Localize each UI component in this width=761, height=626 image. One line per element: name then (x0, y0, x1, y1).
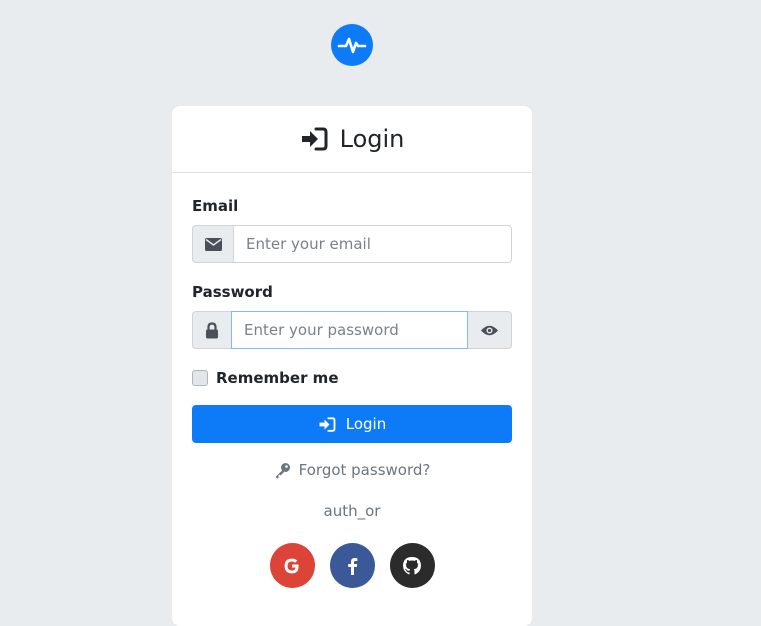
login-card: Login Email Password (172, 106, 532, 626)
email-label: Email (192, 197, 239, 215)
email-addon (192, 225, 233, 263)
facebook-login-button[interactable] (329, 543, 375, 588)
envelope-icon (204, 237, 222, 251)
github-icon (403, 556, 421, 574)
login-button-label: Login (345, 415, 387, 433)
eye-icon (481, 325, 498, 335)
password-label: Password (192, 283, 273, 301)
sign-in-icon (301, 127, 328, 151)
email-input-group (192, 225, 512, 263)
remember-me-checkbox[interactable] (192, 370, 208, 386)
key-icon (275, 462, 290, 478)
password-toggle-button[interactable] (468, 311, 512, 349)
remember-me-label[interactable]: Remember me (216, 369, 339, 387)
pulse-icon (337, 37, 367, 54)
social-login-row (172, 543, 532, 588)
sign-in-icon (319, 416, 336, 432)
forgot-password-label: Forgot password? (298, 461, 431, 479)
login-button[interactable]: Login (192, 405, 512, 443)
lock-icon (206, 321, 218, 338)
facebook-icon (348, 557, 358, 575)
app-logo (331, 24, 373, 66)
password-addon (192, 311, 231, 349)
email-field[interactable] (233, 225, 512, 263)
remember-me-row: Remember me (192, 369, 339, 387)
forgot-password-link[interactable]: Forgot password? (172, 461, 532, 479)
password-field[interactable] (231, 311, 468, 349)
google-icon (284, 558, 299, 573)
divider-text: auth_or (323, 502, 381, 520)
card-title: Login (339, 125, 405, 153)
card-header: Login (172, 106, 532, 173)
github-login-button[interactable] (389, 543, 435, 588)
google-login-button[interactable] (269, 543, 315, 588)
password-input-group (192, 311, 512, 349)
